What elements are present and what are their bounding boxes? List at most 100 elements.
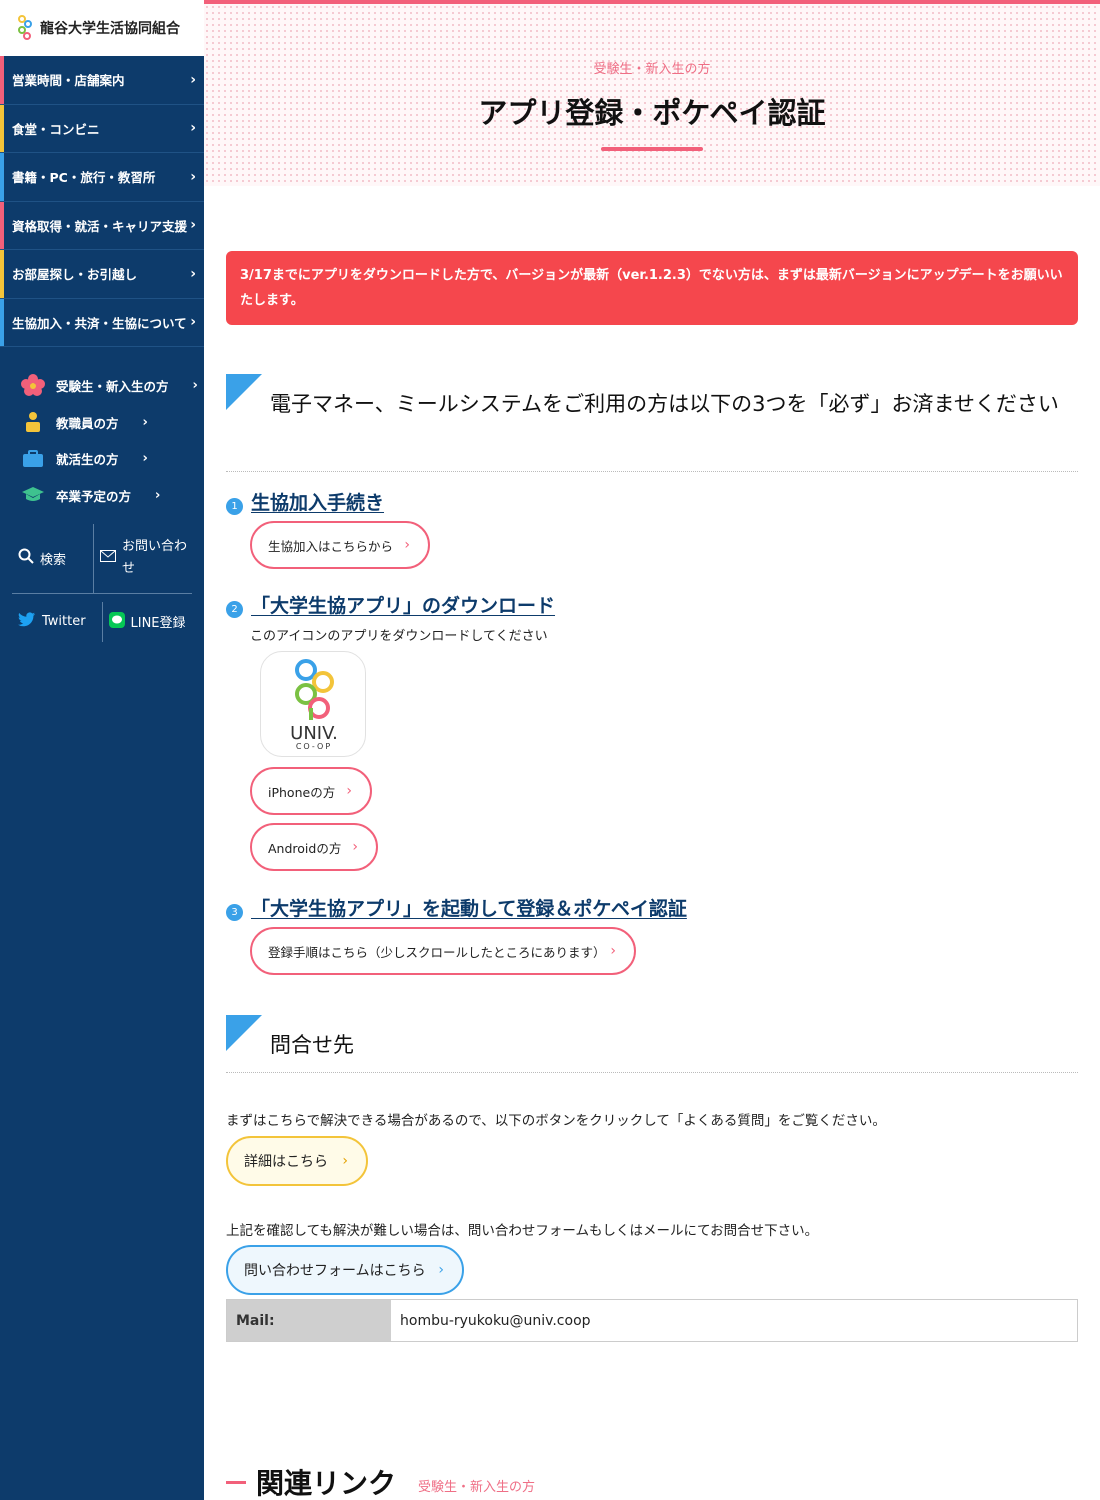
nav-stripe	[0, 298, 4, 346]
persona-label: 就活生の方	[56, 452, 119, 468]
chevron-right-icon: ›	[192, 377, 198, 393]
button-label: 登録手順はこちら（少しスクロールしたところにあります）	[268, 944, 606, 960]
chevron-right-icon: ›	[190, 217, 196, 234]
utility-links: 検索 お問い合わせ	[12, 523, 192, 594]
nav-item-label: お部屋探し・お引越し	[12, 267, 138, 283]
nav-stripe	[0, 153, 4, 201]
nav-item-books[interactable]: 書籍・PC・旅行・教習所 ›	[0, 153, 204, 202]
faq-instruction: まずはこちらで解決できる場合があるので、以下のボタンをクリックして「よくある質問…	[226, 1113, 886, 1129]
contact-link[interactable]: お問い合わせ	[93, 523, 192, 593]
button-label: Androidの方	[268, 840, 342, 856]
chevron-right-icon: ›	[142, 451, 148, 467]
persona-label: 教職員の方	[56, 415, 119, 431]
heading-triangle-icon	[226, 1015, 262, 1051]
registration-steps-button[interactable]: 登録手順はこちら（少しスクロールしたところにあります） ›	[250, 927, 636, 975]
persona-applicants[interactable]: 受験生・新入生の方 ›	[0, 367, 204, 404]
nav-item-label: 営業時間・店舗案内	[12, 73, 125, 89]
line-link[interactable]: LINE登録	[101, 601, 193, 642]
related-subtitle: 受験生・新入生の方	[418, 1479, 536, 1495]
persona-label: 受験生・新入生の方	[56, 378, 169, 394]
search-label: 検索	[40, 552, 67, 568]
hero-eyebrow: 受験生・新入生の方	[593, 62, 711, 77]
faq-details-button[interactable]: 詳細はこちら ›	[226, 1136, 368, 1186]
chevron-right-icon: ›	[190, 314, 196, 331]
twitter-icon	[18, 612, 36, 631]
chevron-right-icon: ›	[352, 839, 358, 855]
app-icon-text: UNIV.	[290, 723, 338, 744]
nav-stripe	[0, 56, 4, 104]
flower-icon	[20, 374, 46, 397]
teacher-icon	[20, 411, 46, 433]
nav-stripe	[0, 250, 4, 298]
step-2-link[interactable]: 「大学生協アプリ」のダウンロード	[251, 591, 555, 618]
mail-address[interactable]: hombu-ryukoku@univ.coop	[391, 1300, 1077, 1341]
android-download-button[interactable]: Androidの方 ›	[250, 823, 378, 871]
section-heading-contact: 問合せ先	[226, 1015, 1078, 1073]
step-number: 3	[226, 904, 243, 921]
button-label: iPhoneの方	[268, 784, 336, 800]
sidebar: 龍谷大学生活協同組合 営業時間・店舗案内 › 食堂・コンビニ › 書籍・PC・旅…	[0, 0, 204, 1500]
page-title: アプリ登録・ポケペイ認証	[478, 96, 826, 130]
nav-stripe	[0, 201, 4, 249]
twitter-link[interactable]: Twitter	[12, 602, 102, 642]
site-logo[interactable]: 龍谷大学生活協同組合	[0, 0, 204, 56]
chevron-right-icon: ›	[346, 783, 352, 799]
chevron-right-icon: ›	[190, 168, 196, 185]
coop-logo-icon	[16, 13, 34, 43]
chevron-right-icon: ›	[190, 120, 196, 137]
heading-triangle-icon	[226, 374, 262, 410]
related-title: 関連リンク	[256, 1467, 397, 1500]
search-icon	[18, 548, 34, 568]
briefcase-icon	[20, 448, 46, 470]
sns-links: Twitter LINE登録	[12, 601, 193, 642]
chevron-right-icon: ›	[142, 414, 148, 430]
contact-form-button[interactable]: 問い合わせフォームはこちら ›	[226, 1245, 464, 1295]
nav-item-hours[interactable]: 営業時間・店舗案内 ›	[0, 56, 204, 105]
site-name: 龍谷大学生活協同組合	[40, 21, 180, 37]
chevron-right-icon: ›	[190, 71, 196, 88]
button-label: 生協加入はこちらから	[268, 538, 394, 554]
step-2: 2 「大学生協アプリ」のダウンロード	[226, 591, 555, 618]
mail-contact-table: Mail: hombu-ryukoku@univ.coop	[226, 1299, 1078, 1342]
nav-item-membership[interactable]: 生協加入・共済・生協について ›	[0, 298, 204, 347]
contact-instruction: 上記を確認しても解決が難しい場合は、問い合わせフォームもしくはメールにてお問合せ…	[226, 1223, 819, 1239]
download-caption: このアイコンのアプリをダウンロードしてください	[250, 629, 548, 644]
step-1-link[interactable]: 生協加入手続き	[251, 488, 384, 515]
chevron-right-icon: ›	[190, 265, 196, 282]
heading-dash	[226, 1480, 246, 1484]
nav-stripe	[0, 104, 4, 152]
nav-item-label: 書籍・PC・旅行・教習所	[12, 170, 156, 186]
join-coop-button[interactable]: 生協加入はこちらから ›	[250, 521, 430, 569]
persona-job-seekers[interactable]: 就活生の方 ›	[0, 440, 204, 477]
nav-item-dining[interactable]: 食堂・コンビニ ›	[0, 104, 204, 153]
main-nav: 営業時間・店舗案内 › 食堂・コンビニ › 書籍・PC・旅行・教習所 › 資格取…	[0, 56, 204, 347]
section-title: 問合せ先	[270, 1033, 354, 1057]
nav-item-career[interactable]: 資格取得・就活・キャリア支援 ›	[0, 201, 204, 250]
nav-item-label: 資格取得・就活・キャリア支援	[12, 218, 188, 234]
chevron-right-icon: ›	[404, 537, 410, 553]
search-link[interactable]: 検索	[12, 524, 93, 593]
persona-graduates[interactable]: 卒業予定の方 ›	[0, 477, 204, 514]
button-label: 問い合わせフォームはこちら	[244, 1263, 426, 1279]
step-number: 2	[226, 601, 243, 618]
contact-label: お問い合わせ	[122, 539, 188, 577]
persona-faculty[interactable]: 教職員の方 ›	[0, 404, 204, 441]
line-label: LINE登録	[130, 616, 186, 632]
univ-coop-app-icon: UNIV. CO-OP	[260, 651, 366, 757]
alert-banner: 3/17までにアプリをダウンロードした方で、バージョンが最新（ver.1.2.3…	[226, 251, 1078, 325]
step-3-link[interactable]: 「大学生協アプリ」を起動して登録＆ポケペイ認証	[251, 894, 687, 921]
chevron-right-icon: ›	[342, 1153, 348, 1169]
line-icon	[108, 611, 125, 632]
nav-item-label: 食堂・コンビニ	[12, 121, 100, 137]
chevron-right-icon: ›	[438, 1262, 444, 1278]
chevron-right-icon: ›	[155, 487, 161, 503]
mail-label: Mail:	[227, 1300, 391, 1341]
step-1: 1 生協加入手続き	[226, 488, 384, 515]
iphone-download-button[interactable]: iPhoneの方 ›	[250, 767, 372, 815]
nav-item-housing[interactable]: お部屋探し・お引越し ›	[0, 250, 204, 299]
section-heading-required: 電子マネー、ミールシステムをご利用の方は以下の3つを「必ず」お済ませください	[226, 374, 1078, 472]
button-label: 詳細はこちら	[244, 1154, 328, 1170]
twitter-label: Twitter	[42, 614, 86, 630]
chevron-right-icon: ›	[610, 943, 616, 959]
graduation-cap-icon	[20, 484, 46, 506]
